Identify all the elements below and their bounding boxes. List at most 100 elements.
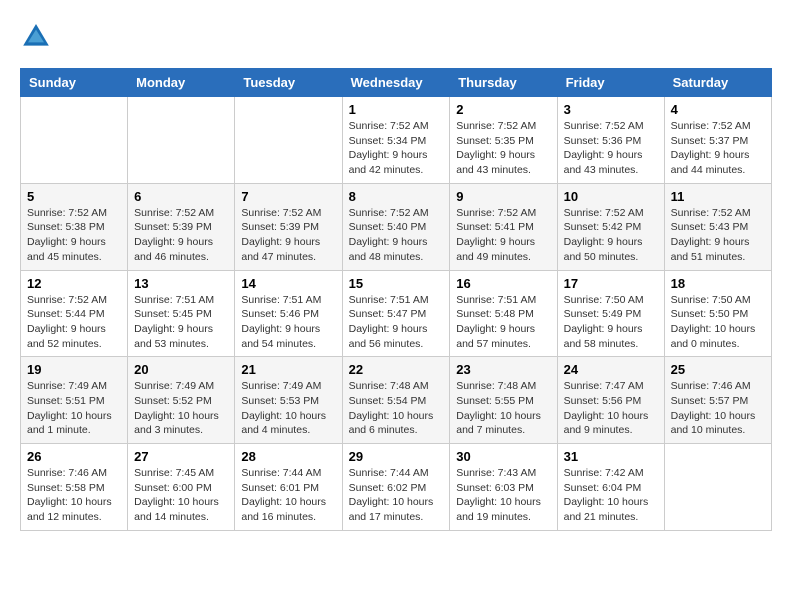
day-info: Sunrise: 7:47 AMSunset: 5:56 PMDaylight:…: [564, 379, 658, 438]
day-number: 11: [671, 189, 765, 204]
calendar-day-cell: 19 Sunrise: 7:49 AMSunset: 5:51 PMDayligh…: [21, 357, 128, 444]
day-number: 24: [564, 362, 658, 377]
calendar-day-cell: 8Sunrise: 7:52 AMSunset: 5:40 PMDaylight…: [342, 183, 450, 270]
day-number: 16: [456, 276, 550, 291]
calendar-day-cell: 5Sunrise: 7:52 AMSunset: 5:38 PMDaylight…: [21, 183, 128, 270]
calendar-day-cell: 18 Sunrise: 7:50 AMSunset: 5:50 PMDayligh…: [664, 270, 771, 357]
calendar-day-cell: 9 Sunrise: 7:52 AMSunset: 5:41 PMDaylight…: [450, 183, 557, 270]
day-info: Sunrise: 7:49 AMSunset: 5:52 PMDaylight:…: [134, 379, 228, 438]
day-info: Sunrise: 7:52 AMSunset: 5:44 PMDaylight:…: [27, 293, 121, 352]
calendar-day-cell: 2Sunrise: 7:52 AMSunset: 5:35 PMDaylight…: [450, 97, 557, 184]
weekday-header: Saturday: [664, 69, 771, 97]
day-info: Sunrise: 7:51 AMSunset: 5:48 PMDaylight:…: [456, 293, 550, 352]
calendar-day-cell: 4 Sunrise: 7:52 AMSunset: 5:37 PMDaylight…: [664, 97, 771, 184]
calendar-day-cell: 24 Sunrise: 7:47 AMSunset: 5:56 PMDayligh…: [557, 357, 664, 444]
day-number: 7: [241, 189, 335, 204]
calendar-day-cell: 21Sunrise: 7:49 AMSunset: 5:53 PMDayligh…: [235, 357, 342, 444]
day-number: 13: [134, 276, 228, 291]
calendar-day-cell: 12 Sunrise: 7:52 AMSunset: 5:44 PMDayligh…: [21, 270, 128, 357]
day-info: Sunrise: 7:52 AMSunset: 5:41 PMDaylight:…: [456, 206, 550, 265]
day-number: 19: [27, 362, 121, 377]
day-info: Sunrise: 7:42 AMSunset: 6:04 PMDaylight:…: [564, 466, 658, 525]
day-number: 27: [134, 449, 228, 464]
day-info: Sunrise: 7:49 AMSunset: 5:51 PMDaylight:…: [27, 379, 121, 438]
calendar-week-row: 5Sunrise: 7:52 AMSunset: 5:38 PMDaylight…: [21, 183, 772, 270]
calendar-day-cell: [21, 97, 128, 184]
calendar-day-cell: [128, 97, 235, 184]
day-number: 28: [241, 449, 335, 464]
weekday-header: Thursday: [450, 69, 557, 97]
day-number: 18: [671, 276, 765, 291]
day-info: Sunrise: 7:48 AMSunset: 5:54 PMDaylight:…: [349, 379, 444, 438]
day-number: 6: [134, 189, 228, 204]
day-info: Sunrise: 7:46 AMSunset: 5:57 PMDaylight:…: [671, 379, 765, 438]
day-number: 31: [564, 449, 658, 464]
calendar-day-cell: 25 Sunrise: 7:46 AMSunset: 5:57 PMDayligh…: [664, 357, 771, 444]
day-info: Sunrise: 7:52 AMSunset: 5:35 PMDaylight:…: [456, 119, 550, 178]
day-info: Sunrise: 7:52 AMSunset: 5:34 PMDaylight:…: [349, 119, 444, 178]
calendar-day-cell: 27 Sunrise: 7:45 AMSunset: 6:00 PMDayligh…: [128, 444, 235, 531]
day-info: Sunrise: 7:52 AMSunset: 5:38 PMDaylight:…: [27, 206, 121, 265]
day-info: Sunrise: 7:52 AMSunset: 5:39 PMDaylight:…: [241, 206, 335, 265]
day-info: Sunrise: 7:52 AMSunset: 5:43 PMDaylight:…: [671, 206, 765, 265]
calendar-day-cell: [235, 97, 342, 184]
logo: [20, 20, 56, 52]
day-info: Sunrise: 7:44 AMSunset: 6:01 PMDaylight:…: [241, 466, 335, 525]
calendar-week-row: 1 Sunrise: 7:52 AMSunset: 5:34 PMDaylight…: [21, 97, 772, 184]
calendar-day-cell: 28 Sunrise: 7:44 AMSunset: 6:01 PMDayligh…: [235, 444, 342, 531]
day-info: Sunrise: 7:51 AMSunset: 5:45 PMDaylight:…: [134, 293, 228, 352]
day-number: 21: [241, 362, 335, 377]
day-info: Sunrise: 7:52 AMSunset: 5:36 PMDaylight:…: [564, 119, 658, 178]
calendar-day-cell: 26 Sunrise: 7:46 AMSunset: 5:58 PMDayligh…: [21, 444, 128, 531]
day-info: Sunrise: 7:50 AMSunset: 5:49 PMDaylight:…: [564, 293, 658, 352]
day-number: 22: [349, 362, 444, 377]
day-number: 30: [456, 449, 550, 464]
calendar: SundayMondayTuesdayWednesdayThursdayFrid…: [20, 68, 772, 531]
calendar-day-cell: 6 Sunrise: 7:52 AMSunset: 5:39 PMDaylight…: [128, 183, 235, 270]
day-info: Sunrise: 7:52 AMSunset: 5:39 PMDaylight:…: [134, 206, 228, 265]
calendar-day-cell: 30 Sunrise: 7:43 AMSunset: 6:03 PMDayligh…: [450, 444, 557, 531]
calendar-day-cell: 10 Sunrise: 7:52 AMSunset: 5:42 PMDayligh…: [557, 183, 664, 270]
day-number: 15: [349, 276, 444, 291]
page-header: [20, 20, 772, 52]
calendar-week-row: 19 Sunrise: 7:49 AMSunset: 5:51 PMDayligh…: [21, 357, 772, 444]
day-number: 26: [27, 449, 121, 464]
day-info: Sunrise: 7:45 AMSunset: 6:00 PMDaylight:…: [134, 466, 228, 525]
day-number: 17: [564, 276, 658, 291]
day-number: 10: [564, 189, 658, 204]
day-number: 25: [671, 362, 765, 377]
calendar-day-cell: 13 Sunrise: 7:51 AMSunset: 5:45 PMDayligh…: [128, 270, 235, 357]
day-number: 9: [456, 189, 550, 204]
day-info: Sunrise: 7:52 AMSunset: 5:37 PMDaylight:…: [671, 119, 765, 178]
weekday-header-row: SundayMondayTuesdayWednesdayThursdayFrid…: [21, 69, 772, 97]
day-number: 1: [349, 102, 444, 117]
day-info: Sunrise: 7:43 AMSunset: 6:03 PMDaylight:…: [456, 466, 550, 525]
calendar-week-row: 12 Sunrise: 7:52 AMSunset: 5:44 PMDayligh…: [21, 270, 772, 357]
calendar-day-cell: 31 Sunrise: 7:42 AMSunset: 6:04 PMDayligh…: [557, 444, 664, 531]
calendar-day-cell: 29Sunrise: 7:44 AMSunset: 6:02 PMDayligh…: [342, 444, 450, 531]
day-number: 14: [241, 276, 335, 291]
calendar-day-cell: [664, 444, 771, 531]
calendar-day-cell: 11 Sunrise: 7:52 AMSunset: 5:43 PMDayligh…: [664, 183, 771, 270]
day-number: 3: [564, 102, 658, 117]
calendar-day-cell: 16 Sunrise: 7:51 AMSunset: 5:48 PMDayligh…: [450, 270, 557, 357]
weekday-header: Wednesday: [342, 69, 450, 97]
weekday-header: Monday: [128, 69, 235, 97]
day-info: Sunrise: 7:51 AMSunset: 5:46 PMDaylight:…: [241, 293, 335, 352]
day-number: 29: [349, 449, 444, 464]
day-info: Sunrise: 7:50 AMSunset: 5:50 PMDaylight:…: [671, 293, 765, 352]
day-number: 12: [27, 276, 121, 291]
day-info: Sunrise: 7:46 AMSunset: 5:58 PMDaylight:…: [27, 466, 121, 525]
calendar-day-cell: 22 Sunrise: 7:48 AMSunset: 5:54 PMDayligh…: [342, 357, 450, 444]
weekday-header: Tuesday: [235, 69, 342, 97]
calendar-day-cell: 17 Sunrise: 7:50 AMSunset: 5:49 PMDayligh…: [557, 270, 664, 357]
weekday-header: Sunday: [21, 69, 128, 97]
calendar-day-cell: 14 Sunrise: 7:51 AMSunset: 5:46 PMDayligh…: [235, 270, 342, 357]
calendar-day-cell: 20Sunrise: 7:49 AMSunset: 5:52 PMDayligh…: [128, 357, 235, 444]
calendar-week-row: 26 Sunrise: 7:46 AMSunset: 5:58 PMDayligh…: [21, 444, 772, 531]
day-info: Sunrise: 7:52 AMSunset: 5:42 PMDaylight:…: [564, 206, 658, 265]
day-number: 4: [671, 102, 765, 117]
weekday-header: Friday: [557, 69, 664, 97]
calendar-day-cell: 23Sunrise: 7:48 AMSunset: 5:55 PMDayligh…: [450, 357, 557, 444]
day-number: 23: [456, 362, 550, 377]
